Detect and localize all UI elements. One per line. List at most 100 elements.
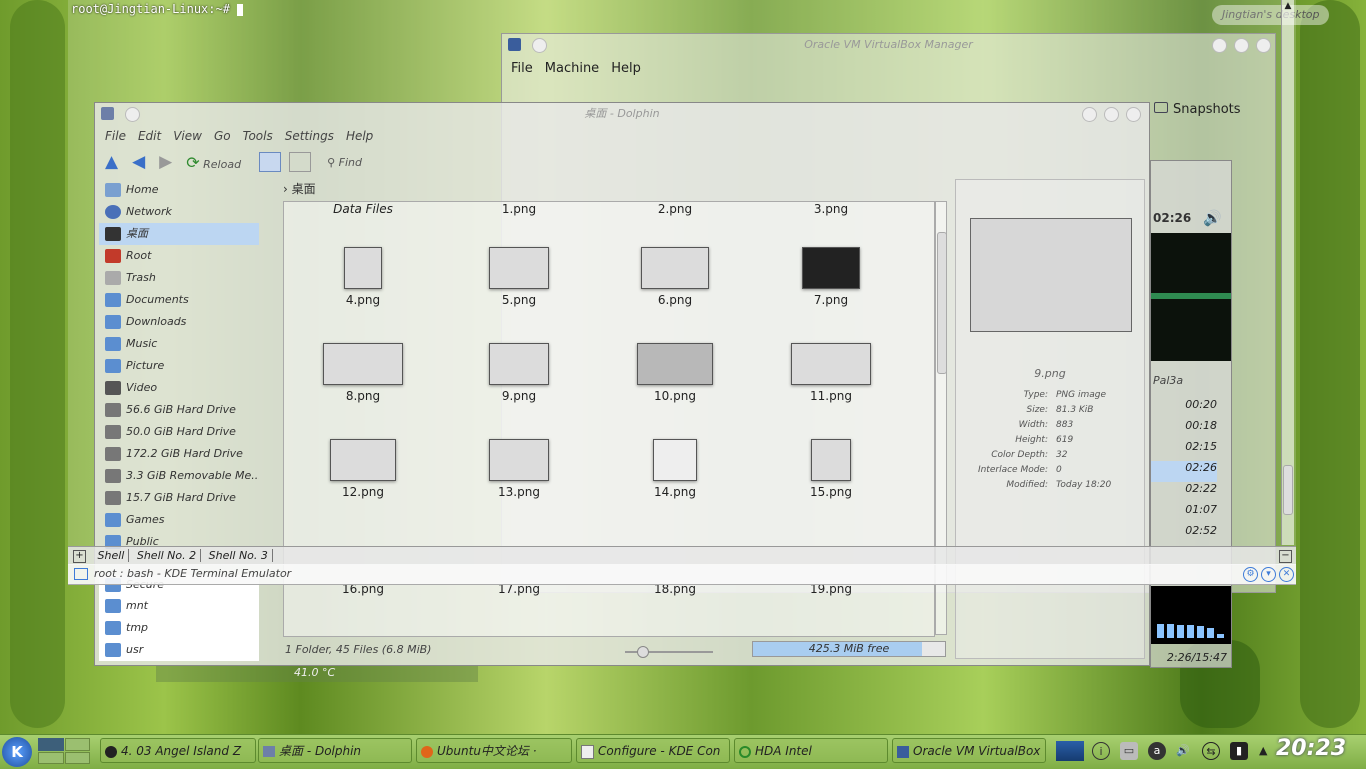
taskbar-item[interactable]: HDA Intel — [734, 738, 888, 763]
menu-help[interactable]: Help — [611, 61, 641, 76]
battery-icon[interactable]: ▮ — [1230, 742, 1248, 760]
terminal-scrollbar[interactable]: ▲ — [1281, 0, 1294, 545]
desktop-1[interactable] — [38, 738, 64, 751]
file-item[interactable]: 3.png — [766, 202, 896, 216]
file-item[interactable]: 10.png — [610, 343, 740, 403]
scroll-thumb[interactable] — [1283, 465, 1293, 515]
find-button[interactable]: ⚲ Find — [327, 156, 362, 169]
place-tmp[interactable]: tmp — [99, 617, 259, 639]
place-home[interactable]: Home — [99, 179, 259, 201]
sticky-button[interactable] — [125, 107, 140, 122]
menu-view[interactable]: View — [173, 129, 202, 143]
icons-view-button[interactable] — [259, 152, 282, 172]
place-root[interactable]: Root — [99, 245, 259, 267]
file-item[interactable]: 4.png — [298, 247, 428, 307]
kde-menu-button[interactable]: K — [2, 737, 32, 767]
taskbar-item[interactable]: Oracle VM VirtualBox — [892, 738, 1046, 763]
amarok-icon[interactable]: a — [1148, 742, 1166, 760]
menu-settings[interactable]: Settings — [285, 129, 334, 143]
menu-tools[interactable]: Tools — [243, 129, 273, 143]
desktop-4[interactable] — [64, 751, 90, 764]
drive-icon[interactable]: ▭ — [1120, 742, 1138, 760]
file-item[interactable]: 1.png — [454, 202, 584, 216]
file-item[interactable]: 8.png — [298, 343, 428, 403]
place-documents[interactable]: Documents — [99, 289, 259, 311]
place-drive[interactable]: 56.6 GiB Hard Drive — [99, 399, 259, 421]
volume-icon[interactable]: 🔊 — [1174, 742, 1192, 760]
sticky-button[interactable] — [532, 38, 547, 53]
place-removable[interactable]: 3.3 GiB Removable Me... — [99, 465, 259, 487]
menu-machine[interactable]: Machine — [545, 61, 599, 76]
file-item[interactable]: 5.png — [454, 247, 584, 307]
playlist[interactable]: 00:20 00:18 02:15 02:26 02:22 01:07 02:5… — [1151, 398, 1217, 545]
maximize-button[interactable] — [1234, 38, 1249, 53]
close-tab-icon[interactable]: − — [1279, 550, 1292, 563]
details-view-button[interactable] — [289, 152, 312, 172]
close-button[interactable] — [1126, 107, 1141, 122]
desktop-3[interactable] — [38, 751, 64, 764]
file-item[interactable]: 9.png — [454, 343, 584, 403]
volume-icon[interactable]: 🔊 — [1203, 209, 1222, 227]
menu-file[interactable]: File — [105, 129, 126, 143]
place-downloads[interactable]: Downloads — [99, 311, 259, 333]
taskbar-item[interactable]: 4. 03 Angel Island Z — [100, 738, 256, 763]
place-drive[interactable]: 172.2 GiB Hard Drive — [99, 443, 259, 465]
menu-help[interactable]: Help — [346, 129, 373, 143]
file-item[interactable]: 7.png — [766, 247, 896, 307]
reload-button[interactable]: ⟳ Reload — [186, 153, 241, 172]
menu-go[interactable]: Go — [214, 129, 231, 143]
pager[interactable] — [38, 738, 90, 764]
snapshots-tab[interactable]: Snapshots — [1154, 102, 1241, 117]
place-picture[interactable]: Picture — [99, 355, 259, 377]
place-network[interactable]: Network — [99, 201, 259, 223]
file-item[interactable]: 2.png — [610, 202, 740, 216]
file-item[interactable]: Data Files — [298, 202, 428, 216]
place-trash[interactable]: Trash — [99, 267, 259, 289]
configure-icon[interactable]: ⚙ — [1243, 567, 1258, 582]
terminal-tab[interactable]: Shell No. 3 — [204, 549, 273, 562]
taskbar-item[interactable]: 桌面 - Dolphin — [258, 738, 412, 763]
maximize-button[interactable] — [1104, 107, 1119, 122]
tray-expand-icon[interactable]: ▲ — [1259, 744, 1267, 757]
taskbar-item[interactable]: Ubuntu中文论坛 · — [416, 738, 572, 763]
slider-handle[interactable] — [637, 646, 649, 658]
up-arrow-icon[interactable]: ▲ — [105, 152, 118, 172]
back-arrow-icon[interactable]: ◀ — [132, 152, 145, 172]
place-video[interactable]: Video — [99, 377, 259, 399]
place-drive[interactable]: 50.0 GiB Hard Drive — [99, 421, 259, 443]
network-icon[interactable]: ⇆ — [1202, 742, 1220, 760]
place-music[interactable]: Music — [99, 333, 259, 355]
menu-icon[interactable]: ▾ — [1261, 567, 1276, 582]
place-drive[interactable]: 15.7 GiB Hard Drive — [99, 487, 259, 509]
place-desktop[interactable]: 桌面 — [99, 223, 259, 245]
virtualbox-titlebar[interactable]: Oracle VM VirtualBox Manager — [502, 34, 1275, 54]
place-games[interactable]: Games — [99, 509, 259, 531]
scroll-thumb[interactable] — [937, 232, 947, 374]
forward-arrow-icon[interactable]: ▶ — [159, 152, 172, 172]
file-item[interactable]: 12.png — [298, 439, 428, 499]
dolphin-titlebar[interactable]: 桌面 - Dolphin — [95, 103, 1149, 123]
file-item[interactable]: 6.png — [610, 247, 740, 307]
info-icon[interactable]: i — [1092, 742, 1110, 760]
desktop-2[interactable] — [64, 738, 90, 751]
media-player-window[interactable]: 02:26 🔊 Pal3a 00:20 00:18 02:15 02:26 02… — [1150, 160, 1232, 668]
terminal-tab[interactable]: Shell No. 2 — [132, 549, 202, 562]
terminal-tab[interactable]: Shell — [93, 549, 130, 562]
place-usr[interactable]: usr — [99, 639, 259, 661]
file-item[interactable]: 15.png — [766, 439, 896, 499]
show-desktop-icon[interactable] — [1056, 741, 1084, 761]
clock[interactable]: 20:23 — [1276, 736, 1346, 761]
minimize-button[interactable] — [1082, 107, 1097, 122]
zoom-slider[interactable] — [607, 646, 731, 658]
place-mnt[interactable]: mnt — [99, 595, 259, 617]
menu-edit[interactable]: Edit — [138, 129, 161, 143]
taskbar-item[interactable]: Configure - KDE Con — [576, 738, 730, 763]
breadcrumb[interactable]: › 桌面 — [283, 180, 316, 197]
file-item[interactable]: 14.png — [610, 439, 740, 499]
scroll-up-icon[interactable]: ▲ — [1282, 0, 1294, 12]
file-item[interactable]: 13.png — [454, 439, 584, 499]
new-tab-icon[interactable]: + — [73, 549, 86, 563]
file-item[interactable]: 11.png — [766, 343, 896, 403]
close-icon[interactable]: ✕ — [1279, 567, 1294, 582]
menu-file[interactable]: File — [511, 61, 533, 76]
